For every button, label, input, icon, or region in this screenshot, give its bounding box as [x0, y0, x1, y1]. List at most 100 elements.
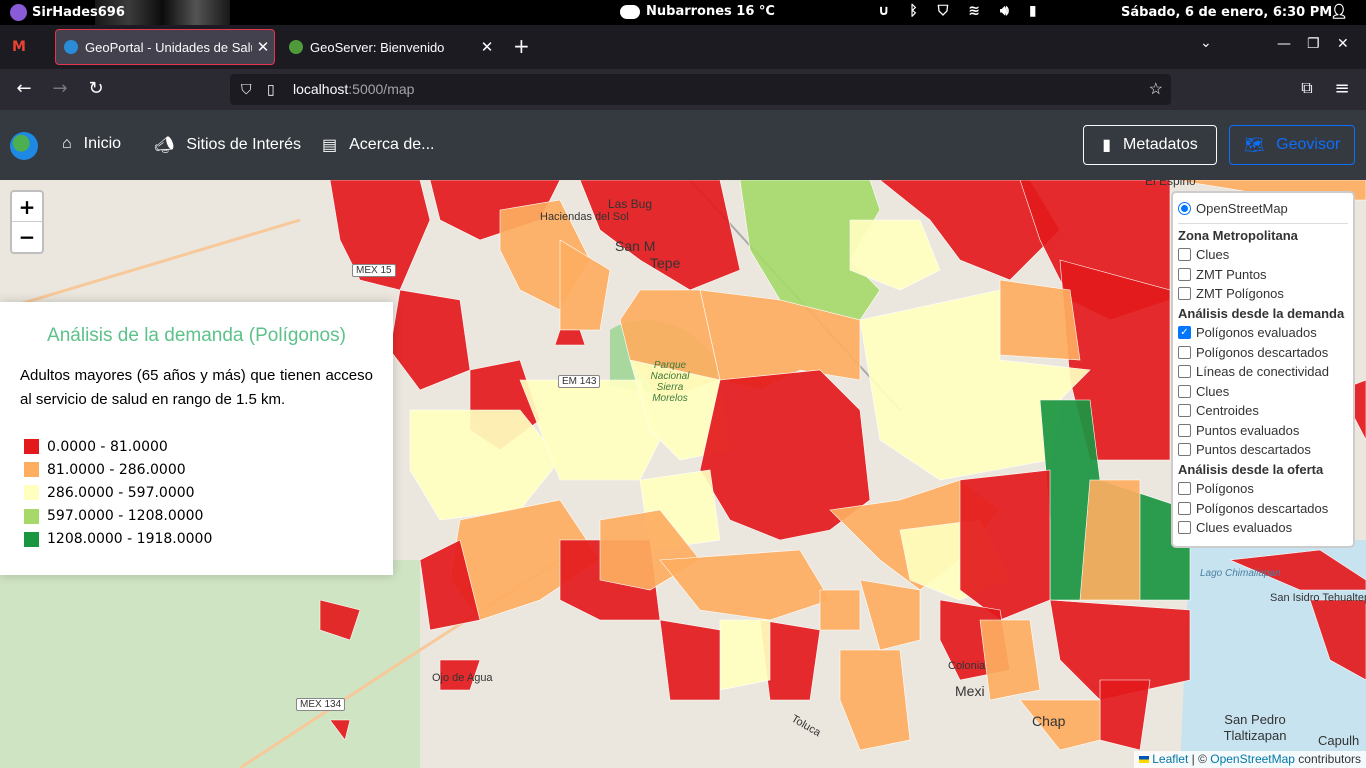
layer-toggle[interactable]: Puntos descartados	[1178, 440, 1348, 460]
close-window-icon[interactable]: ✕	[1337, 36, 1349, 52]
magnet-icon[interactable]: ∪	[878, 3, 889, 19]
gmail-pinned-tab-icon[interactable]: M	[12, 39, 26, 55]
browser-nav-toolbar: ← → ↻ ⛉ ▯ localhost:5000/map ☆ ⧉ ≡	[0, 69, 1366, 110]
checkbox[interactable]	[1178, 267, 1191, 281]
legend-title: Análisis de la demanda (Polígonos)	[47, 325, 346, 346]
layer-toggle[interactable]: Polígonos	[1178, 479, 1348, 499]
account-icon[interactable]: 👤︎	[1330, 4, 1348, 20]
map-attribution: Leaflet | © OpenStreetMap contributors	[1133, 751, 1366, 768]
forest-area	[0, 560, 420, 768]
legend-item: 81.0000 - 286.0000	[24, 458, 212, 481]
checkbox[interactable]	[1178, 482, 1191, 496]
user-menu[interactable]: SirHades696	[10, 4, 125, 21]
osm-link[interactable]: OpenStreetMap	[1210, 752, 1295, 766]
layer-toggle[interactable]: Polígonos descartados	[1178, 499, 1348, 519]
forward-arrow-icon[interactable]: →	[48, 78, 72, 99]
layer-label: Centroides	[1196, 403, 1259, 419]
reload-icon[interactable]: ↻	[84, 78, 108, 99]
id-card-icon: ▤	[322, 137, 338, 154]
wifi-icon[interactable]: ≋	[968, 3, 980, 19]
legend-item: 0.0000 - 81.0000	[24, 435, 212, 458]
weather-widget[interactable]: Nubarrones 16 °C	[620, 4, 775, 19]
os-top-bar: SirHades696 Nubarrones 16 °C ∪ ᛒ ⛉ ≋ 🔊︎ …	[0, 0, 1366, 25]
metadata-button[interactable]: ▮ Metadatos	[1083, 125, 1217, 165]
layer-toggle[interactable]: ZMT Polígonos	[1178, 284, 1348, 304]
checkbox[interactable]	[1178, 443, 1191, 457]
layer-toggle[interactable]: Clues evaluados	[1178, 518, 1348, 538]
checkbox[interactable]	[1178, 501, 1191, 515]
checkbox[interactable]	[1178, 384, 1191, 398]
group-title: Análisis desde la demanda	[1178, 305, 1345, 321]
globe-logo-icon[interactable]	[10, 132, 38, 160]
attribution-rest: contributors	[1294, 752, 1361, 766]
checkbox[interactable]	[1178, 365, 1191, 379]
minimize-icon[interactable]: —	[1277, 36, 1291, 52]
close-tab-icon[interactable]: ✕	[476, 38, 498, 56]
layer-toggle[interactable]: Clues	[1178, 245, 1348, 265]
layer-toggle[interactable]: Puntos evaluados	[1178, 421, 1348, 441]
checkbox-checked[interactable]: ✓	[1178, 326, 1191, 340]
close-tab-icon[interactable]: ✕	[252, 38, 274, 56]
nav-home[interactable]: ⌂ Inicio	[62, 135, 121, 153]
tracking-shield-icon[interactable]: ⛉	[241, 81, 252, 98]
base-layer-openstreetmap[interactable]: OpenStreetMap	[1178, 199, 1348, 219]
legend-description: Adultos mayores (65 años y más) que tien…	[20, 367, 373, 408]
extensions-icon[interactable]: ⧉	[1295, 78, 1319, 98]
username: SirHades696	[32, 5, 125, 20]
nav-about-label: Acerca de...	[349, 136, 435, 153]
url-text[interactable]: localhost:5000/map	[293, 81, 414, 97]
new-tab-plus-icon[interactable]: +	[513, 34, 530, 58]
nav-about[interactable]: ▤ Acerca de...	[322, 135, 435, 155]
back-arrow-icon[interactable]: ←	[12, 78, 36, 99]
leaflet-link[interactable]: Leaflet	[1152, 752, 1188, 766]
zoom-in-button[interactable]: +	[12, 192, 42, 222]
list-tabs-chevron-icon[interactable]: ⌄	[1200, 35, 1212, 51]
hamburger-menu-icon[interactable]: ≡	[1330, 78, 1354, 99]
checkbox[interactable]	[1178, 521, 1191, 535]
legend-panel: Análisis de la demanda (Polígonos) Adult…	[0, 302, 393, 575]
layer-label: Líneas de conectividad	[1196, 364, 1329, 380]
browser-tab-strip: M GeoPortal - Unidades de Salud ✕ GeoSer…	[0, 25, 1366, 69]
layer-toggle[interactable]: Clues	[1178, 382, 1348, 402]
tab-title: GeoServer: Bienvenido	[310, 39, 445, 55]
zoom-out-button[interactable]: −	[12, 222, 42, 252]
checkbox[interactable]	[1178, 345, 1191, 359]
map-label: San Pedro Tlaltizapan	[1223, 712, 1287, 743]
restore-icon[interactable]: ❐	[1307, 36, 1320, 52]
map-label: Parque Nacional Sierra Morelos	[650, 360, 690, 404]
legend-label: 1208.0000 - 1918.0000	[47, 531, 213, 548]
bookmark-star-icon[interactable]: ☆	[1149, 79, 1163, 99]
legend-item: 1208.0000 - 1918.0000	[24, 528, 212, 551]
globe-favicon-icon	[64, 40, 78, 54]
layer-toggle[interactable]: ZMT Puntos	[1178, 265, 1348, 285]
radio-selected-icon[interactable]	[1178, 202, 1191, 216]
page-info-icon[interactable]: ▯	[267, 81, 275, 98]
vpn-shield-icon[interactable]: ⛉	[938, 3, 949, 19]
cloud-icon	[620, 4, 640, 19]
layer-toggle[interactable]: Polígonos descartados	[1178, 343, 1348, 363]
nav-sites[interactable]: 📣︎ Sitios de Interés	[154, 135, 301, 155]
road-shield: EM 143	[558, 375, 601, 388]
clock[interactable]: Sábado, 6 de enero, 6:30 PM	[1121, 5, 1332, 20]
legend-item: 286.0000 - 597.0000	[24, 481, 212, 504]
bluetooth-icon[interactable]: ᛒ	[909, 3, 917, 19]
map-label: Ojo de Agua	[432, 672, 493, 684]
legend-swatch	[24, 439, 39, 455]
layer-label: Polígonos descartados	[1196, 344, 1329, 360]
zoom-control: + −	[10, 190, 44, 254]
battery-icon[interactable]: ▮	[1029, 3, 1037, 19]
tab-geoserver[interactable]: GeoServer: Bienvenido ✕	[283, 29, 498, 65]
checkbox[interactable]	[1178, 287, 1191, 301]
layer-toggle[interactable]: ✓ Polígonos evaluados	[1178, 323, 1348, 343]
map-label: Las Bug	[608, 197, 653, 211]
volume-icon[interactable]: 🔊︎	[1000, 3, 1009, 19]
address-bar[interactable]: ⛉ ▯ localhost:5000/map ☆	[230, 74, 1171, 105]
tab-geoportal[interactable]: GeoPortal - Unidades de Salud ✕	[55, 29, 275, 65]
layer-toggle[interactable]: Líneas de conectividad	[1178, 362, 1348, 382]
checkbox[interactable]	[1178, 404, 1191, 418]
checkbox[interactable]	[1178, 423, 1191, 437]
system-tray: ∪ ᛒ ⛉ ≋ 🔊︎ ▮	[878, 3, 1037, 19]
geovisor-button[interactable]: 🗺︎ Geovisor	[1229, 125, 1355, 165]
checkbox[interactable]	[1178, 248, 1191, 262]
layer-toggle[interactable]: Centroides	[1178, 401, 1348, 421]
